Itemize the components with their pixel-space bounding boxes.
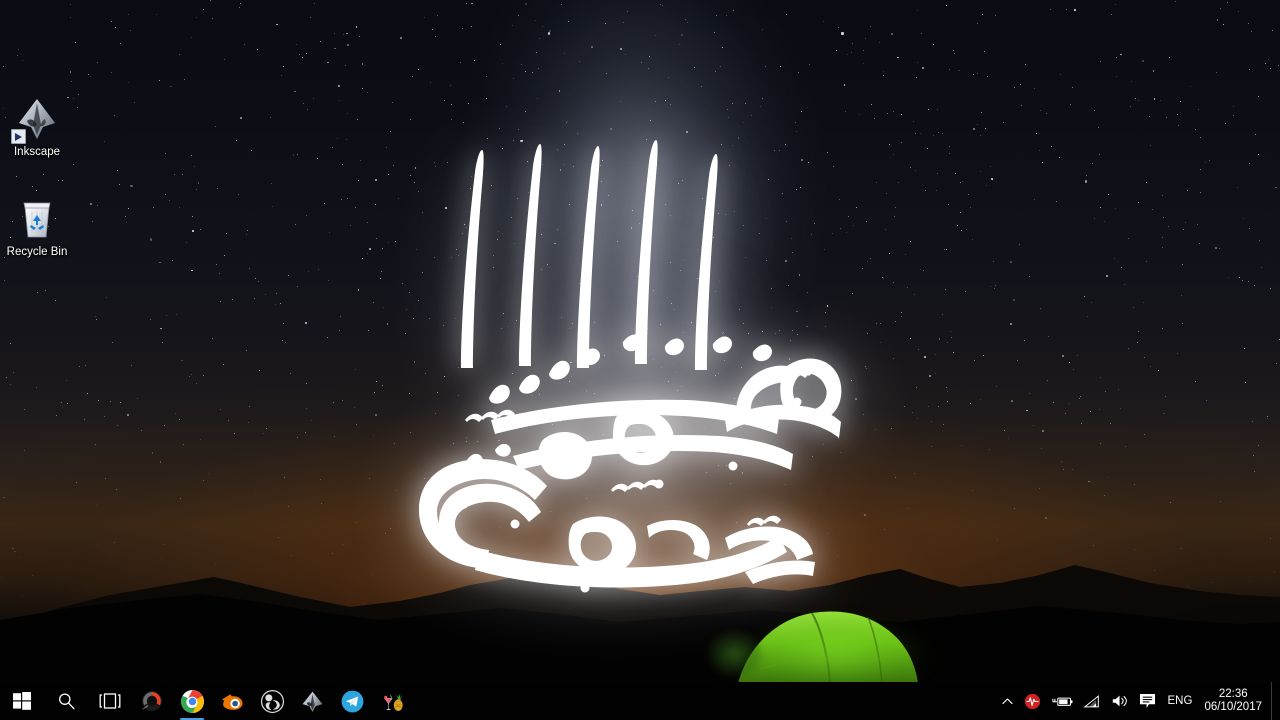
speaker-icon	[1112, 695, 1127, 707]
clock-time: 22:36	[1218, 688, 1248, 700]
obs-icon	[260, 689, 284, 713]
tray-icon-network[interactable]	[1078, 682, 1106, 720]
tray-icon-battery[interactable]	[1046, 682, 1078, 720]
blender-icon	[221, 693, 243, 710]
taskbar-app-tropical[interactable]	[372, 682, 412, 720]
taskbar-left-group	[0, 682, 412, 720]
chrome-icon	[180, 689, 204, 713]
taskbar-clock[interactable]: 22:36 06/10/2017	[1199, 688, 1271, 714]
wifi-icon	[1082, 694, 1099, 707]
inkscape-icon	[302, 691, 322, 712]
windows-logo-icon	[13, 692, 31, 710]
inkscape-icon	[11, 95, 61, 144]
desktop-icon-recycle-bin[interactable]: Recycle Bin	[0, 195, 74, 259]
desktop-icon-label: Inkscape	[13, 146, 61, 158]
taskbar-app-telegram[interactable]	[332, 682, 372, 720]
taskbar-app-opera-gx[interactable]	[132, 682, 172, 720]
red-circle-icon	[1024, 693, 1040, 709]
telegram-icon	[341, 690, 363, 712]
chevron-up-icon	[1001, 697, 1013, 704]
calligraphy-artwork	[419, 140, 842, 593]
battery-charging-icon	[1051, 697, 1073, 706]
tray-icon-action-center[interactable]	[1134, 682, 1161, 720]
desktop-icon-label: Recycle Bin	[6, 246, 68, 258]
taskbar-app-obs[interactable]	[252, 682, 292, 720]
tray-overflow-button[interactable]	[996, 682, 1019, 720]
tray-icon-volume[interactable]	[1106, 682, 1134, 720]
desktop-icon-inkscape[interactable]: Inkscape	[0, 95, 74, 159]
opera-ring-icon	[141, 691, 162, 711]
desktop[interactable]: Inkscape Recycle Bin	[0, 0, 1280, 720]
bismillah-calligraphy	[395, 120, 895, 640]
action-center-icon	[1139, 693, 1155, 709]
recycle-bin-icon	[13, 195, 61, 243]
tray-icon-audio-driver[interactable]	[1019, 682, 1046, 720]
search-button[interactable]	[44, 682, 88, 720]
cocktail-pineapple-icon	[383, 693, 403, 711]
search-icon	[58, 692, 75, 709]
taskbar-app-blender[interactable]	[212, 682, 252, 720]
tray-language-indicator[interactable]: ENG	[1161, 695, 1200, 707]
start-button[interactable]	[0, 682, 44, 720]
task-view-button[interactable]	[88, 682, 132, 720]
taskbar-app-inkscape[interactable]	[292, 682, 332, 720]
system-tray: ENG 22:36 06/10/2017	[996, 682, 1280, 720]
clock-date: 06/10/2017	[1204, 701, 1262, 713]
taskbar-app-chrome[interactable]	[172, 682, 212, 720]
taskbar[interactable]: ENG 22:36 06/10/2017	[0, 682, 1280, 720]
task-view-icon	[99, 693, 121, 709]
shortcut-overlay-icon	[11, 129, 26, 144]
taskbar-empty-area[interactable]	[412, 682, 996, 720]
show-desktop-button[interactable]	[1271, 682, 1278, 720]
